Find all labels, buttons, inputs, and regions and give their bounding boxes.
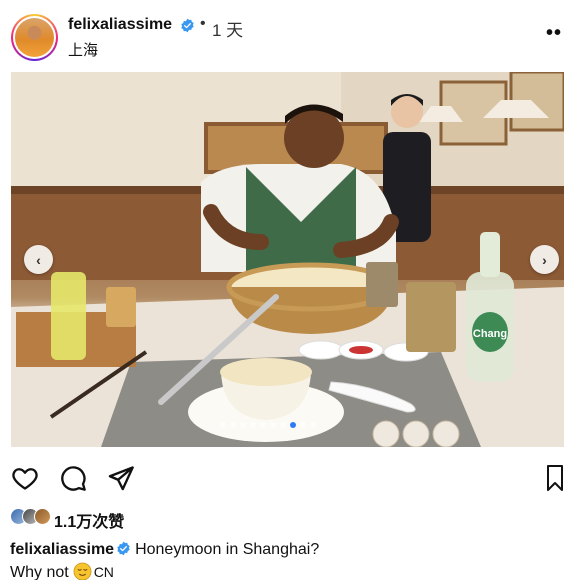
carousel-dot [230, 422, 236, 428]
post-username[interactable]: felixaliassime [68, 16, 172, 34]
avatar-image [15, 18, 54, 57]
carousel-dot [290, 422, 296, 428]
badge-1 [372, 420, 400, 447]
carousel-prev-button[interactable]: ‹ [24, 245, 53, 274]
caption-text-line1: Honeymoon in Shanghai? [135, 541, 320, 558]
carousel-dot [300, 422, 306, 428]
sauce-dish [298, 340, 344, 360]
post-header: felixaliassime • 1 天 上海 •• [0, 0, 564, 68]
photo-scene: Chang [11, 72, 564, 447]
verified-icon [117, 541, 130, 556]
carousel-dot [220, 422, 226, 428]
bottle-label-text: Chang [473, 328, 507, 340]
comment-icon[interactable] [59, 464, 87, 492]
badge-3 [432, 420, 460, 447]
caption-suffix: CN [93, 564, 114, 580]
jar-brown [106, 287, 136, 327]
carousel-indicator [220, 422, 316, 430]
avatar[interactable] [11, 14, 58, 61]
relieved-face-icon [73, 562, 92, 580]
separator-dot: • [200, 15, 206, 32]
chevron-right-icon: › [542, 251, 547, 268]
heart-icon[interactable] [11, 464, 39, 492]
post-location[interactable]: 上海 [68, 39, 98, 60]
post-time[interactable]: 1 天 [212, 16, 243, 41]
carousel-dot [260, 422, 266, 428]
likes-count[interactable]: 1.1万次赞 [54, 508, 124, 532]
action-bar [0, 460, 564, 496]
caption-username[interactable]: felixaliassime [10, 541, 114, 558]
more-options-icon[interactable]: •• [546, 23, 562, 43]
post-photo[interactable]: Chang [11, 72, 564, 447]
bookmark-icon[interactable] [546, 464, 564, 492]
chevron-left-icon: ‹ [36, 251, 41, 268]
carousel-dot [240, 422, 246, 428]
bottle-neck [480, 232, 500, 277]
post-caption: felixaliassime Honeymoon in Shanghai? Wh… [10, 538, 550, 580]
carousel-dot [250, 422, 256, 428]
carousel-dot [310, 422, 316, 428]
liker-avatar [34, 508, 51, 525]
jar-yellow [51, 272, 86, 360]
chili-sauce [349, 346, 373, 354]
carousel-dot [280, 422, 286, 428]
carousel-next-button[interactable]: › [530, 245, 559, 274]
verified-icon [181, 18, 194, 33]
share-icon[interactable] [107, 464, 135, 492]
bowl-soup [220, 358, 312, 386]
badge-2 [402, 420, 430, 447]
caption-text-line2: Why not [10, 564, 69, 580]
avatar-frame [13, 16, 56, 59]
metal-cup-2 [366, 262, 398, 307]
metal-cup [406, 282, 456, 352]
carousel-dot [270, 422, 276, 428]
